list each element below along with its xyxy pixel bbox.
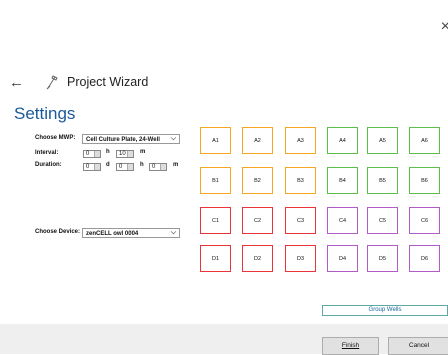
well-b3[interactable]: B3 <box>285 167 316 194</box>
interval-hours-input[interactable]: 0 <box>83 150 101 158</box>
page-title: Settings <box>14 104 76 123</box>
well-c2[interactable]: C2 <box>242 207 273 234</box>
spin-arrows-icon[interactable] <box>127 164 133 170</box>
interval-label: Interval: <box>35 150 59 156</box>
well-c5[interactable]: C5 <box>367 207 398 234</box>
well-d1[interactable]: D1 <box>200 245 231 272</box>
well-a4[interactable]: A4 <box>327 127 358 154</box>
spin-arrows-icon[interactable] <box>127 151 133 157</box>
interval-hours-unit: h <box>106 149 110 155</box>
well-c3[interactable]: C3 <box>285 207 316 234</box>
well-a1[interactable]: A1 <box>200 127 231 154</box>
well-d3[interactable]: D3 <box>285 245 316 272</box>
mwp-select[interactable]: Cell Culture Plate, 24-Well ⌵ <box>82 134 180 144</box>
well-b6[interactable]: B6 <box>409 167 440 194</box>
cancel-button[interactable]: Cancel <box>388 337 448 355</box>
well-d5[interactable]: D5 <box>367 245 398 272</box>
back-arrow-icon[interactable]: ← <box>9 74 31 91</box>
cancel-button-label: Cancel <box>408 342 430 349</box>
duration-days-input[interactable]: 0 <box>83 163 101 171</box>
well-c4[interactable]: C4 <box>327 207 358 234</box>
well-b2[interactable]: B2 <box>242 167 273 194</box>
well-d4[interactable]: D4 <box>327 245 358 272</box>
duration-hours-unit: h <box>140 162 144 168</box>
well-a2[interactable]: A2 <box>242 127 273 154</box>
wizard-title: Project Wizard <box>67 75 149 89</box>
duration-label: Duration: <box>35 162 62 168</box>
footer-bar <box>0 324 448 354</box>
duration-minutes-value: 0 <box>152 164 156 170</box>
mwp-label: Choose MWP: <box>35 135 76 141</box>
wizard-icon <box>45 74 59 90</box>
spin-arrows-icon[interactable] <box>94 151 100 157</box>
spin-arrows-icon[interactable] <box>94 164 100 170</box>
well-a6[interactable]: A6 <box>409 127 440 154</box>
well-d2[interactable]: D2 <box>242 245 273 272</box>
well-b4[interactable]: B4 <box>327 167 358 194</box>
well-c6[interactable]: C6 <box>409 207 440 234</box>
well-a5[interactable]: A5 <box>367 127 398 154</box>
device-select-value: zenCELL owl 0004 <box>86 231 139 237</box>
interval-minutes-input[interactable]: 10 <box>116 150 134 158</box>
device-select[interactable]: zenCELL owl 0004 ⌵ <box>82 228 180 238</box>
well-a3[interactable]: A3 <box>285 127 316 154</box>
duration-minutes-unit: m <box>173 162 179 168</box>
duration-days-value: 0 <box>86 164 90 170</box>
duration-days-unit: d <box>106 162 110 168</box>
group-wells-button[interactable]: Group Wells <box>322 305 448 316</box>
chevron-down-icon: ⌵ <box>170 229 176 236</box>
duration-hours-value: 0 <box>119 164 123 170</box>
well-b5[interactable]: B5 <box>367 167 398 194</box>
spin-arrows-icon[interactable] <box>160 164 166 170</box>
device-label: Choose Device: <box>35 229 81 235</box>
well-b1[interactable]: B1 <box>200 167 231 194</box>
duration-minutes-input[interactable]: 0 <box>149 163 167 171</box>
finish-button-label: Finish <box>341 342 360 349</box>
chevron-down-icon: ⌵ <box>170 135 176 142</box>
mwp-select-value: Cell Culture Plate, 24-Well <box>86 137 160 143</box>
interval-minutes-value: 10 <box>119 151 126 157</box>
interval-minutes-unit: m <box>140 149 146 155</box>
close-icon[interactable]: × <box>441 19 448 35</box>
well-c1[interactable]: C1 <box>200 207 231 234</box>
well-d6[interactable]: D6 <box>409 245 440 272</box>
wizard-header: ← Project Wizard <box>9 73 148 91</box>
finish-button[interactable]: Finish <box>322 337 379 355</box>
interval-hours-value: 0 <box>86 151 90 157</box>
duration-hours-input[interactable]: 0 <box>116 163 134 171</box>
